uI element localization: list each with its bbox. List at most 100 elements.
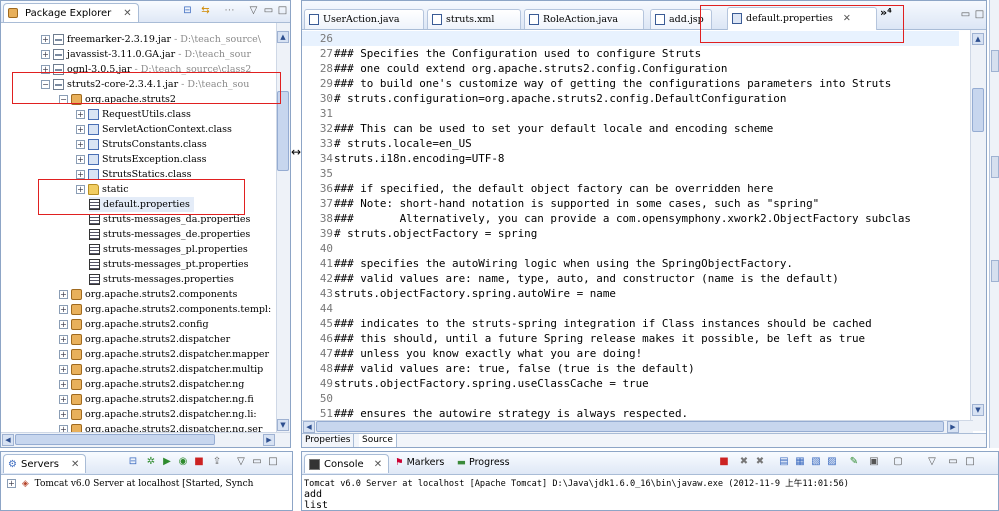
profile-server-icon[interactable]: ◉ [177, 456, 189, 468]
minimize-icon[interactable]: ▭ [947, 456, 959, 468]
remove-launch-icon[interactable]: ✖ [738, 456, 750, 468]
scroll-down-icon[interactable]: ▼ [277, 419, 289, 431]
tree-item-requestutils[interactable]: + RequestUtils.class [76, 107, 191, 122]
expand-icon[interactable]: + [7, 479, 16, 488]
display-console-icon[interactable]: ▣ [868, 456, 880, 468]
tab-default-properties[interactable]: default.properties ✕ [727, 7, 877, 30]
show-on-output-icon[interactable]: ▧ [810, 456, 822, 468]
code-text-area[interactable]: 26 27### Specifies the Configuration used… [302, 30, 959, 420]
close-icon[interactable]: ✕ [843, 13, 851, 24]
expand-icon[interactable]: + [76, 110, 85, 119]
tree-item-strutsconstants[interactable]: + StrutsConstants.class [76, 137, 207, 152]
collapse-all-icon[interactable]: ⊟ [181, 5, 194, 17]
expand-icon[interactable]: + [41, 50, 50, 59]
task-list-icon[interactable] [991, 260, 999, 282]
outline-view-icon[interactable] [991, 50, 999, 72]
expand-icon[interactable]: + [59, 365, 68, 374]
view-dropdown-icon[interactable]: ▽ [247, 5, 260, 17]
tab-properties[interactable]: Properties [302, 434, 355, 447]
maximize-icon[interactable]: □ [964, 456, 976, 468]
expand-icon[interactable]: + [59, 350, 68, 359]
scroll-up-icon[interactable]: ▲ [972, 33, 984, 45]
scroll-thumb[interactable] [15, 434, 215, 445]
maximize-icon[interactable]: □ [973, 9, 986, 21]
tree-item-pkg-dispatcher-ng-listener[interactable]: + org.apache.struts2.dispatcher.ng.li: [59, 407, 257, 422]
expand-icon[interactable]: + [76, 185, 85, 194]
expand-icon[interactable]: + [41, 35, 50, 44]
tree-item-org-apache-struts2[interactable]: − org.apache.struts2 [59, 92, 176, 107]
open-console-icon[interactable]: ▢ [892, 456, 904, 468]
clear-console-icon[interactable]: ▤ [778, 456, 790, 468]
tree-item-struts2-core-jar[interactable]: − struts2-core-2.3.4.1.jar - D:\teach_sou [41, 77, 249, 92]
collapse-icon[interactable]: ⊟ [127, 456, 139, 468]
expand-icon[interactable]: + [59, 290, 68, 299]
close-icon[interactable]: ✕ [123, 8, 131, 19]
tree-item-pkg-components-template[interactable]: + org.apache.struts2.components.templ: [59, 302, 271, 317]
view-menu-icon[interactable]: ⋯ [223, 5, 236, 17]
expand-icon[interactable]: + [76, 140, 85, 149]
tree-item-javassist-jar[interactable]: + javassist-3.11.0.GA.jar - D:\teach_sour [41, 47, 251, 62]
scroll-thumb[interactable] [277, 91, 289, 171]
scroll-left-icon[interactable]: ◀ [2, 434, 14, 446]
pin-console-icon[interactable]: ✎ [848, 456, 860, 468]
remove-all-icon[interactable]: ✖ [754, 456, 766, 468]
expand-icon[interactable]: + [59, 335, 68, 344]
tree-item-pkg-dispatcher-ng-filter[interactable]: + org.apache.struts2.dispatcher.ng.fi [59, 392, 254, 407]
publish-icon[interactable]: ⇪ [211, 456, 223, 468]
tree-item-messages-pl[interactable]: struts-messages_pl.properties [89, 242, 248, 257]
tab-servers[interactable]: ⚙ Servers ✕ [3, 454, 87, 473]
minimize-icon[interactable]: ▭ [959, 9, 972, 21]
tree-item-pkg-dispatcher-ng[interactable]: + org.apache.struts2.dispatcher.ng [59, 377, 244, 392]
tree-item-freemarker-jar[interactable]: + freemarker-2.3.19.jar - D:\teach_source… [41, 32, 261, 47]
tree-item-pkg-dispatcher[interactable]: + org.apache.struts2.dispatcher [59, 332, 230, 347]
tree-item-pkg-dispatcher-mapper[interactable]: + org.apache.struts2.dispatcher.mapper [59, 347, 269, 362]
link-with-editor-icon[interactable]: ⇆ [199, 5, 212, 17]
tree-item-pkg-components[interactable]: + org.apache.struts2.components [59, 287, 237, 302]
expand-icon[interactable]: + [76, 125, 85, 134]
view-dropdown-icon[interactable]: ▽ [235, 456, 247, 468]
tab-markers[interactable]: ⚑ Markers [395, 457, 444, 468]
expand-icon[interactable]: + [59, 395, 68, 404]
scroll-down-icon[interactable]: ▼ [972, 404, 984, 416]
tab-useraction-java[interactable]: UserAction.java [304, 9, 424, 29]
debug-server-icon[interactable]: ✲ [145, 456, 157, 468]
expand-icon[interactable]: + [59, 305, 68, 314]
editor-horizontal-scrollbar[interactable]: ◀ ▶ [302, 420, 973, 433]
close-icon[interactable]: ✕ [374, 459, 382, 470]
view-splitter[interactable]: ↔ [291, 0, 301, 511]
stop-server-icon[interactable]: ■ [193, 456, 205, 468]
restore-view-icon[interactable] [991, 156, 999, 178]
expand-icon[interactable]: + [41, 65, 50, 74]
expand-icon[interactable]: + [59, 380, 68, 389]
view-dropdown-icon[interactable]: ▽ [926, 456, 938, 468]
tree-item-messages-pt[interactable]: struts-messages_pt.properties [89, 257, 249, 272]
tree-item-strutsexception[interactable]: + StrutsException.class [76, 152, 206, 167]
start-server-icon[interactable]: ▶ [161, 456, 173, 468]
tab-struts-xml[interactable]: struts.xml [427, 9, 521, 29]
tree-item-messages[interactable]: struts-messages.properties [89, 272, 234, 287]
expand-icon[interactable]: + [59, 320, 68, 329]
tab-progress[interactable]: ▬ Progress [457, 457, 510, 468]
tab-roleaction-java[interactable]: RoleAction.java [524, 9, 644, 29]
tree-item-messages-de[interactable]: struts-messages_de.properties [89, 227, 250, 242]
minimize-icon[interactable]: ▭ [251, 456, 263, 468]
expand-icon[interactable]: + [76, 155, 85, 164]
console-output[interactable]: add list [304, 489, 328, 510]
tree-item-static-folder[interactable]: + static [76, 182, 129, 197]
tree-item-ognl-jar[interactable]: + ognl-3.0.5.jar - D:\teach_source\class2 [41, 62, 251, 77]
collapse-icon[interactable]: − [59, 95, 68, 104]
show-on-error-icon[interactable]: ▨ [826, 456, 838, 468]
tab-add-jsp[interactable]: add.jsp [650, 9, 712, 29]
expand-icon[interactable]: + [59, 410, 68, 419]
collapse-icon[interactable]: − [41, 80, 50, 89]
tab-console[interactable]: Console ✕ [304, 454, 390, 473]
scroll-lock-icon[interactable]: ▦ [794, 456, 806, 468]
package-explorer-vertical-scrollbar[interactable]: ▲ ▼ [276, 23, 290, 433]
tab-source[interactable]: Source [359, 434, 397, 447]
tab-package-explorer[interactable]: Package Explorer ✕ [3, 3, 139, 22]
editor-vertical-scrollbar[interactable]: ▲ ▼ [970, 30, 986, 431]
tree-item-default-properties[interactable]: default.properties [89, 197, 194, 212]
scroll-right-icon[interactable]: ▶ [947, 421, 959, 433]
minimize-icon[interactable]: ▭ [262, 5, 275, 17]
maximize-icon[interactable]: □ [267, 456, 279, 468]
